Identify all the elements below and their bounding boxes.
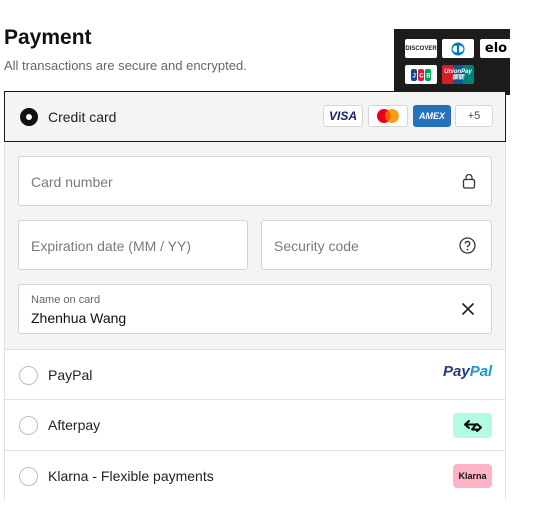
credit-card-form: Card number Expiration date (MM / YY) Se… <box>5 142 505 350</box>
jcb-logo: JCB <box>405 65 437 84</box>
visa-logo: VISA <box>323 105 363 127</box>
method-paypal[interactable]: PayPal PayPal <box>5 349 505 399</box>
lock-icon <box>462 173 476 189</box>
credit-card-label: Credit card <box>48 109 117 125</box>
method-afterpay[interactable]: Afterpay <box>5 399 505 449</box>
amex-logo: AMEX <box>413 105 451 127</box>
security-code-placeholder: Security code <box>274 238 359 254</box>
method-credit-card[interactable]: Credit card VISA AMEX +5 <box>4 91 506 142</box>
afterpay-radio[interactable] <box>19 416 38 435</box>
paypal-radio[interactable] <box>19 366 38 385</box>
afterpay-label: Afterpay <box>48 417 101 433</box>
klarna-label: Klarna - Flexible payments <box>48 468 214 484</box>
elo-logo: elo <box>480 39 512 58</box>
security-note: All transactions are secure and encrypte… <box>4 58 247 73</box>
svg-text:J: J <box>413 73 416 79</box>
page-title: Payment <box>4 26 92 49</box>
mastercard-logo <box>368 105 408 127</box>
expiration-date-field[interactable]: Expiration date (MM / YY) <box>18 220 248 270</box>
card-number-placeholder: Card number <box>31 174 113 190</box>
diners-club-icon <box>451 42 465 55</box>
expiration-placeholder: Expiration date (MM / YY) <box>31 238 192 254</box>
unionpay-logo: UnionPay 银联 <box>442 65 474 84</box>
close-icon[interactable] <box>461 302 475 316</box>
discover-logo: DISCOVER <box>405 39 437 58</box>
svg-text:B: B <box>426 73 431 79</box>
paypal-label: PayPal <box>48 367 93 383</box>
afterpay-arrows-icon <box>463 419 482 432</box>
name-on-card-value: Zhenhua Wang <box>31 310 127 326</box>
security-code-field[interactable]: Security code <box>261 220 492 270</box>
card-number-field[interactable]: Card number <box>18 156 492 206</box>
credit-card-radio-selected[interactable] <box>20 108 38 126</box>
klarna-logo: Klarna <box>453 464 492 488</box>
help-icon[interactable] <box>459 237 476 254</box>
name-on-card-field[interactable]: Name on card Zhenhua Wang <box>18 284 492 334</box>
mastercard-icon <box>377 109 399 123</box>
name-on-card-label: Name on card <box>31 294 101 306</box>
method-klarna[interactable]: Klarna - Flexible payments Klarna <box>5 450 505 500</box>
klarna-radio[interactable] <box>19 467 38 486</box>
paypal-logo: PayPal <box>443 363 493 380</box>
jcb-icon: JCB <box>411 68 431 81</box>
diners-club-logo <box>442 39 474 58</box>
more-brands-badge[interactable]: +5 <box>455 105 493 127</box>
payment-methods: Credit card VISA AMEX +5 Card number Exp… <box>4 91 506 500</box>
svg-text:C: C <box>419 73 424 79</box>
more-card-brands-popover: DISCOVER elo JCB UnionPay 银联 <box>394 29 512 95</box>
afterpay-logo <box>453 413 492 438</box>
